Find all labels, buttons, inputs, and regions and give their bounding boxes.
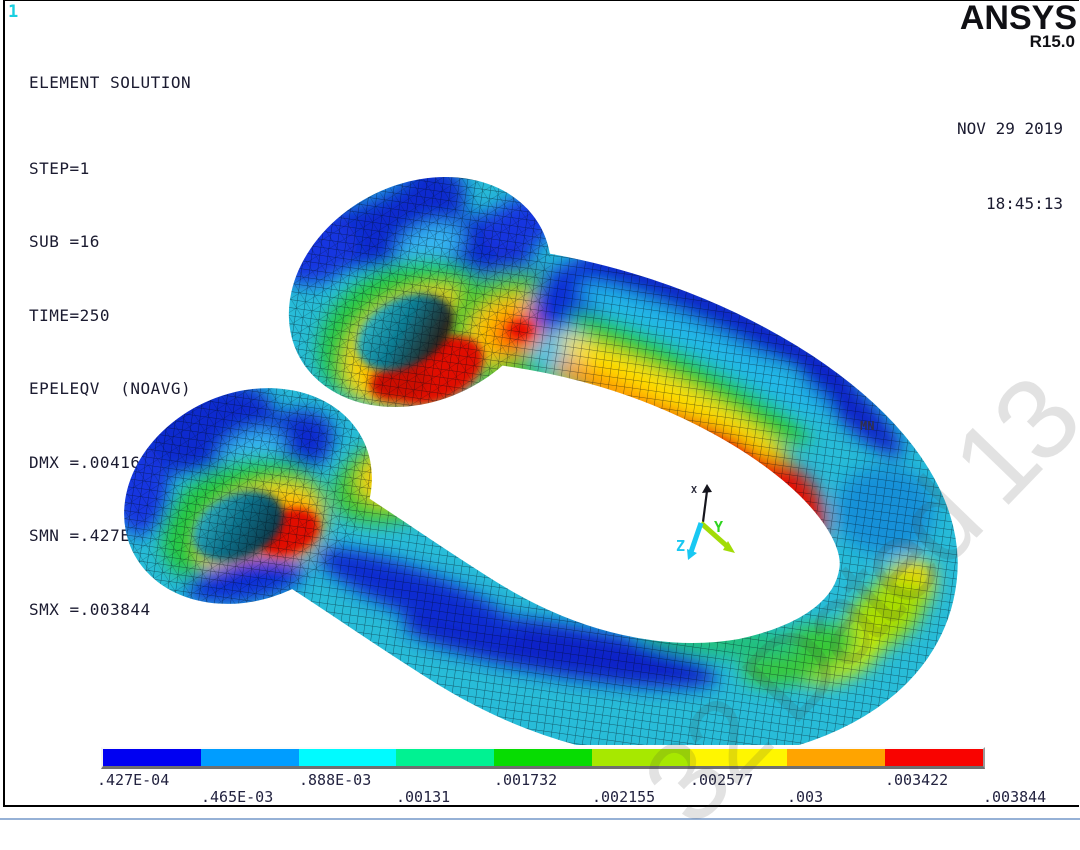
legend-color-bar	[101, 747, 985, 769]
legend-segment	[299, 749, 397, 766]
ansys-graphics-window: { "window": { "plot_id": "1" }, "solutio…	[0, 0, 1080, 827]
legend-segment	[494, 749, 592, 766]
triad-z-axis-label: Z	[676, 537, 685, 555]
legend-label: .003422	[885, 771, 948, 789]
legend-label: .00131	[396, 788, 450, 806]
legend-label: .888E-03	[299, 771, 371, 789]
legend-segment	[396, 749, 494, 766]
legend-segment	[885, 749, 983, 766]
legend-label: .002155	[592, 788, 655, 806]
triad-y-axis-label: Y	[714, 518, 723, 536]
shackle-surface	[0, 0, 1080, 745]
legend-label: .465E-03	[201, 788, 273, 806]
legend-segment	[103, 749, 201, 766]
legend-segment	[690, 749, 788, 766]
legend-label: .001732	[494, 771, 557, 789]
contour-legend: .427E-04.888E-03.001732.002577.003422.46…	[101, 747, 985, 769]
bottom-divider	[0, 818, 1080, 820]
legend-segment	[592, 749, 690, 766]
triad-up-axis-label: X	[691, 485, 697, 496]
legend-segment	[201, 749, 299, 766]
legend-value-labels: .427E-04.888E-03.001732.002577.003422.46…	[103, 771, 1063, 807]
legend-segment	[787, 749, 885, 766]
legend-label: .002577	[690, 771, 753, 789]
legend-label: .427E-04	[97, 771, 169, 789]
min-location-marker: MN	[860, 419, 874, 433]
legend-label: .003844	[983, 788, 1046, 806]
legend-label: .003	[787, 788, 823, 806]
model-canvas: MN X Y Z	[0, 0, 1080, 745]
